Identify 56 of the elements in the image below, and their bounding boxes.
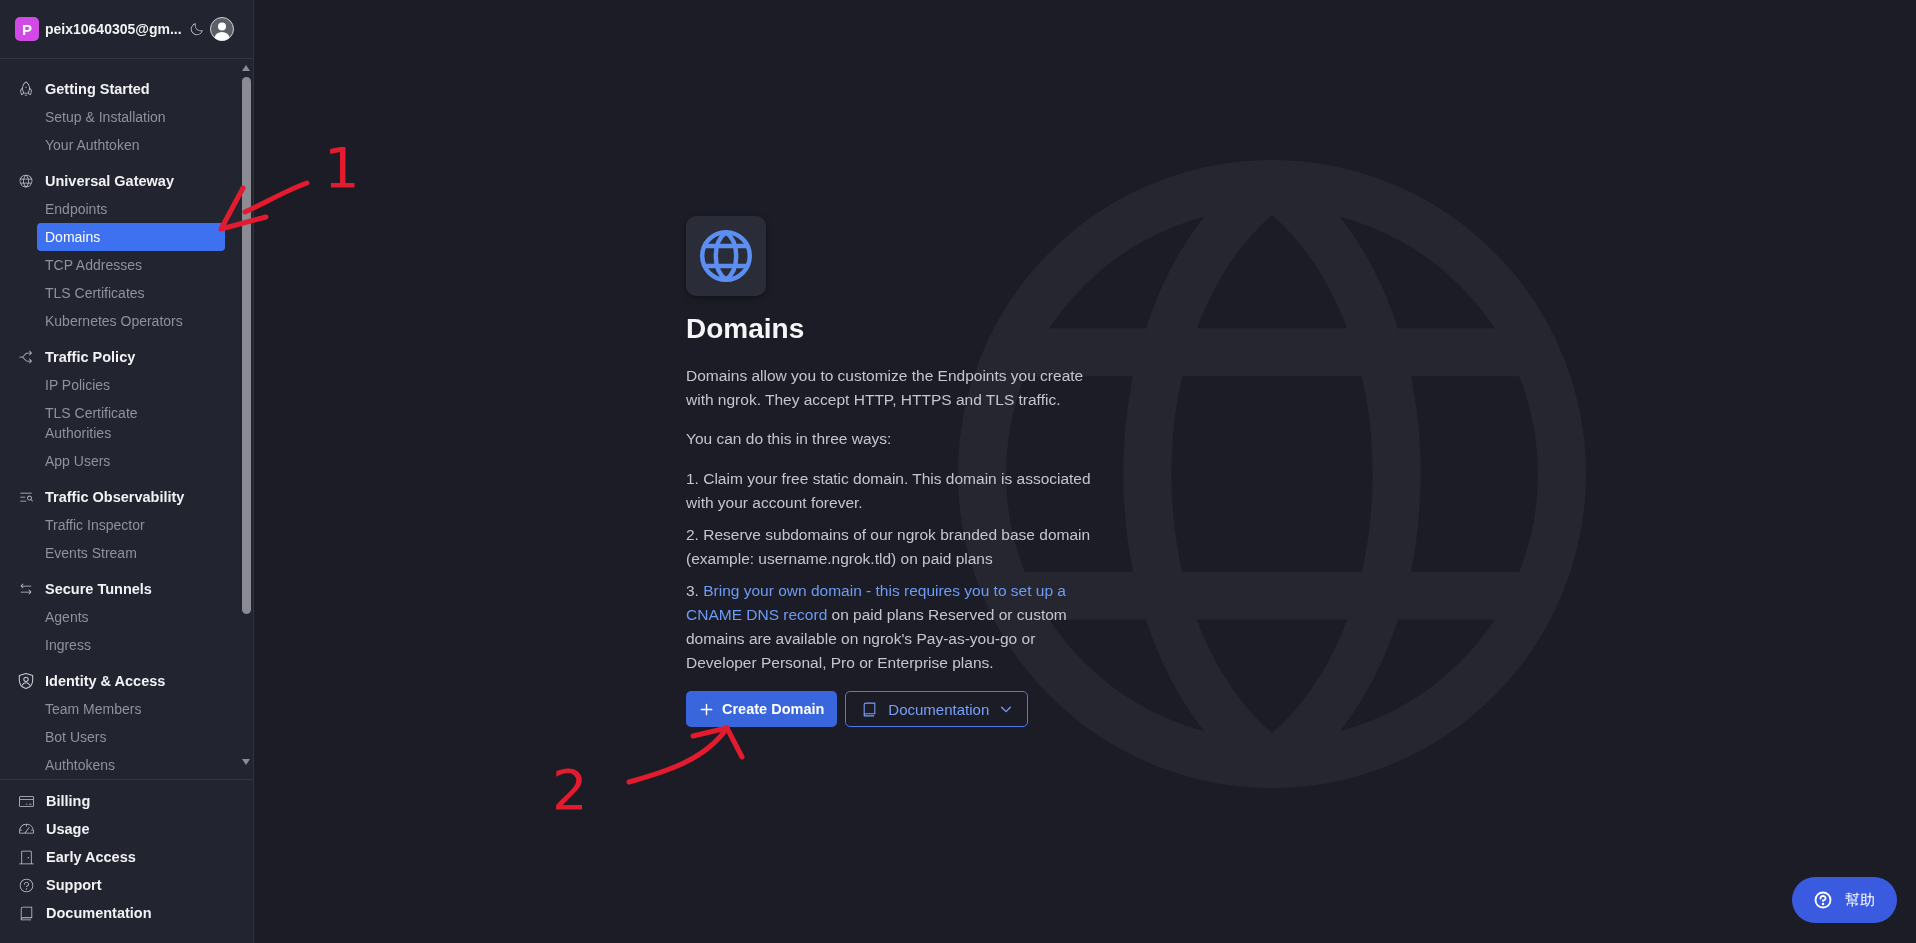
page-title: Domains [686, 312, 805, 346]
nav-item[interactable]: TCP Addresses [37, 251, 225, 279]
nav-item[interactable]: Traffic Inspector [37, 511, 225, 539]
nav-item[interactable]: Agents [37, 603, 225, 631]
nav-section-title: Secure Tunnels [45, 581, 153, 597]
nav-item[interactable]: TLS Certificate Authorities [37, 399, 225, 447]
nav-item[interactable]: Setup & Installation [37, 103, 225, 131]
nav-section-title: Traffic Observability [45, 489, 186, 505]
nav-link[interactable]: Usage [0, 815, 90, 843]
intro-text: Domains allow you to customize the Endpoints you create with ngrok. They accept HTTP, HTTPS and TLS traffic. [686, 366, 1085, 410]
nav-section-title: Identity & Access [45, 673, 167, 689]
nav-item[interactable]: Team Members [37, 695, 225, 723]
book-icon [18, 904, 35, 922]
link[interactable]: Bring your own domain - this requires you to set up a [703, 582, 1066, 599]
account-avatar[interactable]: P [15, 17, 39, 41]
nav-item[interactable]: App Users [37, 447, 225, 475]
link[interactable]: CNAME DNS record [686, 606, 828, 623]
nav-item[interactable]: Events Stream [37, 539, 225, 567]
nav-link[interactable]: Early Access [0, 843, 136, 871]
nav-item[interactable]: IP Policies [37, 371, 225, 399]
step-text: 3. Bring your own domain - this requires you to set up a CNAME DNS record on paid plans Reserved or custom domains are available on ngrok's Pay-as-you-go or Developer Personal, Pro or Enterprise plans. [686, 581, 1068, 673]
nav-link[interactable]: Billing [0, 787, 91, 815]
nav-section-title: Universal Gateway [45, 173, 175, 189]
nav-item[interactable]: Authtokens [37, 751, 225, 779]
help-icon [18, 876, 35, 894]
nav-link[interactable]: Support [0, 871, 102, 899]
nav-item[interactable]: TLS Certificates [37, 279, 225, 307]
lead-text: You can do this in three ways: [686, 429, 892, 449]
moon-icon[interactable] [189, 21, 204, 37]
nav-link[interactable]: Documentation [0, 899, 152, 927]
nav-item[interactable]: Ingress [37, 631, 225, 659]
help-icon [1813, 890, 1833, 910]
rocket-icon [18, 81, 34, 97]
nav-item[interactable]: Bot Users [37, 723, 225, 751]
documentation-dropdown-button[interactable]: Documentation [845, 691, 1029, 727]
scrollbar-thumb[interactable] [241, 77, 251, 614]
nav-item[interactable]: Domains [37, 223, 225, 251]
create-button[interactable]: Create Domain [686, 691, 838, 727]
help-button[interactable]: 幫助 [1792, 877, 1897, 923]
nav-item[interactable]: Kubernetes Operators [37, 307, 225, 335]
globe-icon [686, 216, 766, 296]
user-avatar-icon[interactable] [210, 17, 234, 41]
account-name[interactable]: peix10640305@gm... [45, 21, 182, 37]
door-icon [18, 848, 35, 866]
annotation-number: 1 [324, 140, 360, 196]
nav-item[interactable]: Your Authtoken [37, 131, 225, 159]
nav-section-title: Getting Started [45, 81, 151, 97]
plus-icon [699, 701, 714, 717]
nav-section-title: Traffic Policy [45, 349, 137, 365]
globe-icon [18, 173, 34, 189]
step-text: 2. Reserve subdomains of our ngrok branded base domain (example: username.ngrok.tld) on paid plans [686, 525, 1092, 569]
nav-item[interactable]: Endpoints [37, 195, 225, 223]
step-text: 1. Claim your free static domain. This domain is associated with your account forever. [686, 469, 1092, 513]
shield-user-icon [18, 673, 34, 689]
annotation-number: 2 [552, 762, 588, 818]
left-right-arrows-icon [18, 581, 34, 597]
